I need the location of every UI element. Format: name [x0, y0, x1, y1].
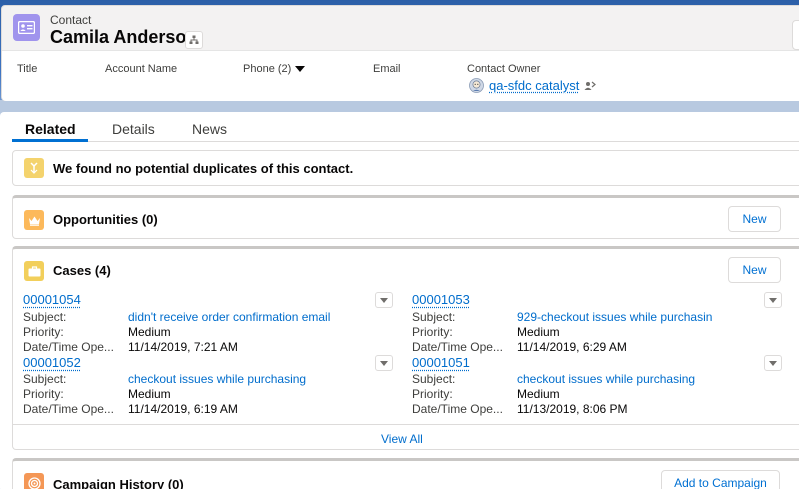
- case-priority-label: Priority:: [23, 387, 64, 401]
- case-number-link[interactable]: 00001053: [412, 292, 470, 307]
- case-subject-label: Subject:: [412, 372, 455, 386]
- case-opened-label: Date/Time Ope...: [412, 340, 503, 354]
- case-opened-value: 11/14/2019, 6:29 AM: [517, 340, 627, 354]
- cases-footer: View All: [13, 424, 799, 450]
- field-title-label: Title: [17, 63, 37, 75]
- case-subject-value[interactable]: checkout issues while purchasing: [128, 372, 306, 386]
- chevron-down-icon: [380, 361, 388, 366]
- campaign-history-card: Campaign History (0) Add to Campaign: [12, 458, 799, 489]
- tab-details[interactable]: Details: [112, 121, 155, 137]
- case-actions-menu[interactable]: [764, 292, 782, 308]
- case-opened-row: Date/Time Ope... 11/13/2019, 8:06 PM: [412, 402, 792, 417]
- chevron-down-icon: [380, 298, 388, 303]
- phone-label-text: Phone (2): [243, 63, 291, 75]
- case-actions-menu[interactable]: [764, 355, 782, 371]
- case-opened-row: Date/Time Ope... 11/14/2019, 7:21 AM: [23, 340, 403, 355]
- case-subject-value[interactable]: didn't receive order confirmation email: [128, 310, 330, 324]
- case-priority-row: Priority: Medium: [23, 387, 403, 402]
- cases-title: Cases (4): [53, 263, 111, 278]
- case-priority-value: Medium: [517, 325, 560, 339]
- case-actions-menu[interactable]: [375, 355, 393, 371]
- view-all-cases-link[interactable]: View All: [381, 432, 423, 446]
- case-opened-label: Date/Time Ope...: [23, 340, 114, 354]
- case-priority-row: Priority: Medium: [23, 325, 403, 340]
- record-header-title-area: Contact Camila Anderson: [2, 6, 799, 50]
- case-opened-label: Date/Time Ope...: [412, 402, 503, 416]
- case-subject-row: Subject: checkout issues while purchasing: [412, 372, 792, 387]
- case-subject-value[interactable]: 929-checkout issues while purchasin: [517, 310, 712, 324]
- case-opened-row: Date/Time Ope... 11/14/2019, 6:19 AM: [23, 402, 403, 417]
- case-opened-value: 11/13/2019, 8:06 PM: [517, 402, 628, 416]
- contact-card-icon: [13, 14, 40, 41]
- duplicates-message: We found no potential duplicates of this…: [53, 161, 353, 176]
- case-priority-row: Priority: Medium: [412, 325, 792, 340]
- highlights-panel: Title Account Name Phone (2) Email Conta…: [2, 50, 799, 101]
- case-opened-label: Date/Time Ope...: [23, 402, 114, 416]
- contact-owner-link[interactable]: qa-sfdc catalyst: [489, 78, 579, 93]
- field-contact-owner-label: Contact Owner: [467, 63, 540, 75]
- case-priority-value: Medium: [128, 387, 171, 401]
- case-subject-value[interactable]: checkout issues while purchasing: [517, 372, 695, 386]
- case-actions-menu[interactable]: [375, 292, 393, 308]
- opportunities-card: Opportunities (0) New: [12, 195, 799, 239]
- case-priority-label: Priority:: [412, 325, 453, 339]
- case-subject-row: Subject: checkout issues while purchasing: [23, 372, 403, 387]
- record-name: Camila Anderson: [50, 27, 197, 48]
- case-priority-row: Priority: Medium: [412, 387, 792, 402]
- chevron-down-icon: [769, 298, 777, 303]
- case-opened-row: Date/Time Ope... 11/14/2019, 6:29 AM: [412, 340, 792, 355]
- tab-news[interactable]: News: [192, 121, 227, 137]
- duplicates-card: We found no potential duplicates of this…: [12, 150, 799, 186]
- case-subject-row: Subject: didn't receive order confirmatio…: [23, 310, 403, 325]
- contact-owner-value: qa-sfdc catalyst: [469, 78, 596, 93]
- case-subject-label: Subject:: [23, 310, 66, 324]
- add-to-campaign-button[interactable]: Add to Campaign: [661, 470, 780, 489]
- case-number-link[interactable]: 00001054: [23, 292, 81, 307]
- crown-icon: [24, 210, 44, 230]
- field-phone-label[interactable]: Phone (2): [243, 63, 305, 75]
- campaign-history-title: Campaign History (0): [53, 477, 184, 489]
- case-priority-value: Medium: [128, 325, 171, 339]
- entity-label: Contact: [50, 13, 91, 27]
- main-content: Related Details News We found no potenti…: [0, 112, 799, 489]
- case-number-link[interactable]: 00001052: [23, 355, 81, 370]
- briefcase-icon: [24, 261, 44, 281]
- case-opened-value: 11/14/2019, 7:21 AM: [128, 340, 238, 354]
- astro-avatar-icon: [469, 78, 484, 93]
- case-subject-label: Subject:: [23, 372, 66, 386]
- change-owner-icon[interactable]: [584, 80, 596, 92]
- view-hierarchy-button[interactable]: [185, 31, 203, 49]
- field-account-name-label: Account Name: [105, 63, 177, 75]
- target-icon: [24, 473, 44, 489]
- case-subject-row: Subject: 929-checkout issues while purcha…: [412, 310, 792, 325]
- new-opportunity-button[interactable]: New: [728, 206, 781, 232]
- case-subject-label: Subject:: [412, 310, 455, 324]
- active-tab-indicator: [12, 139, 88, 142]
- new-case-button[interactable]: New: [728, 257, 781, 283]
- field-email-label: Email: [373, 63, 401, 75]
- tab-related[interactable]: Related: [25, 121, 76, 137]
- case-priority-value: Medium: [517, 387, 560, 401]
- case-opened-value: 11/14/2019, 6:19 AM: [128, 402, 238, 416]
- chevron-down-icon: [295, 66, 305, 72]
- merge-icon: [24, 158, 44, 178]
- record-header: Contact Camila Anderson Title Account Na…: [1, 5, 799, 101]
- cases-card: Cases (4) New 00001054 Subject: didn't re…: [12, 246, 799, 450]
- case-priority-label: Priority:: [23, 325, 64, 339]
- chevron-down-icon: [769, 361, 777, 366]
- header-actions-button[interactable]: [792, 20, 799, 50]
- case-number-link[interactable]: 00001051: [412, 355, 470, 370]
- opportunities-title: Opportunities (0): [53, 212, 158, 227]
- hierarchy-icon: [189, 35, 199, 45]
- case-priority-label: Priority:: [412, 387, 453, 401]
